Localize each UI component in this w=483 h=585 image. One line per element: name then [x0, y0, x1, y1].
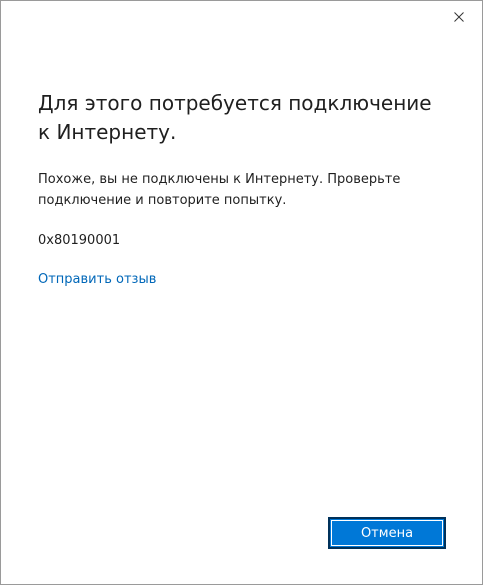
dialog-window: Для этого потребуется подключение к Инте… — [0, 0, 483, 585]
error-message: Похоже, вы не подключены к Интернету. Пр… — [38, 172, 401, 208]
close-button[interactable] — [436, 1, 482, 33]
error-code: 0x80190001 — [38, 233, 121, 248]
send-feedback-link[interactable]: Отправить отзыв — [38, 269, 156, 290]
dialog-title: Для этого потребуется подключение к Инте… — [38, 91, 432, 144]
cancel-button[interactable]: Отмена — [328, 517, 446, 549]
close-icon — [454, 12, 464, 22]
